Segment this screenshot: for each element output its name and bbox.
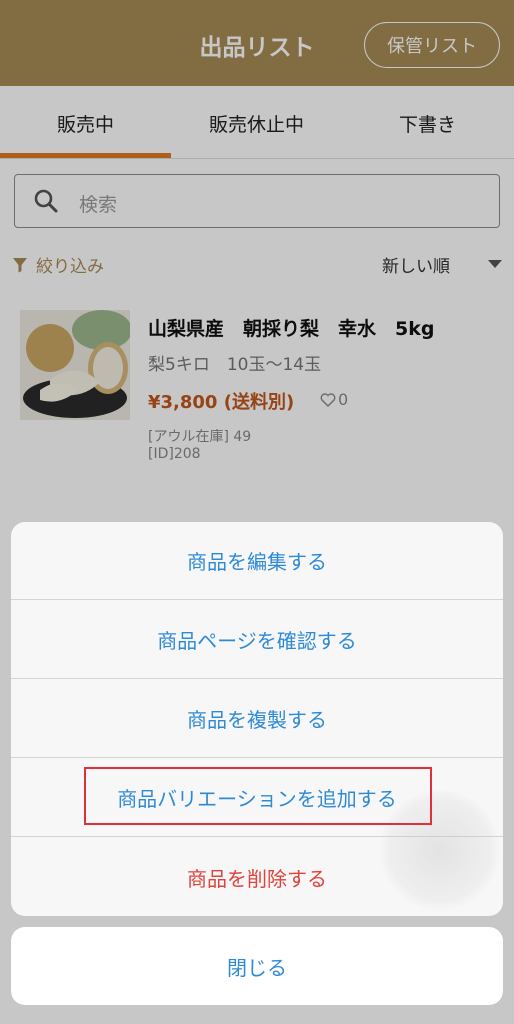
edit-product-button[interactable]: 商品を編集する [11,522,503,600]
highlight-box [84,767,432,825]
duplicate-product-button[interactable]: 商品を複製する [11,680,503,758]
view-product-page-button[interactable]: 商品ページを確認する [11,601,503,679]
close-button[interactable]: 閉じる [11,927,503,1005]
